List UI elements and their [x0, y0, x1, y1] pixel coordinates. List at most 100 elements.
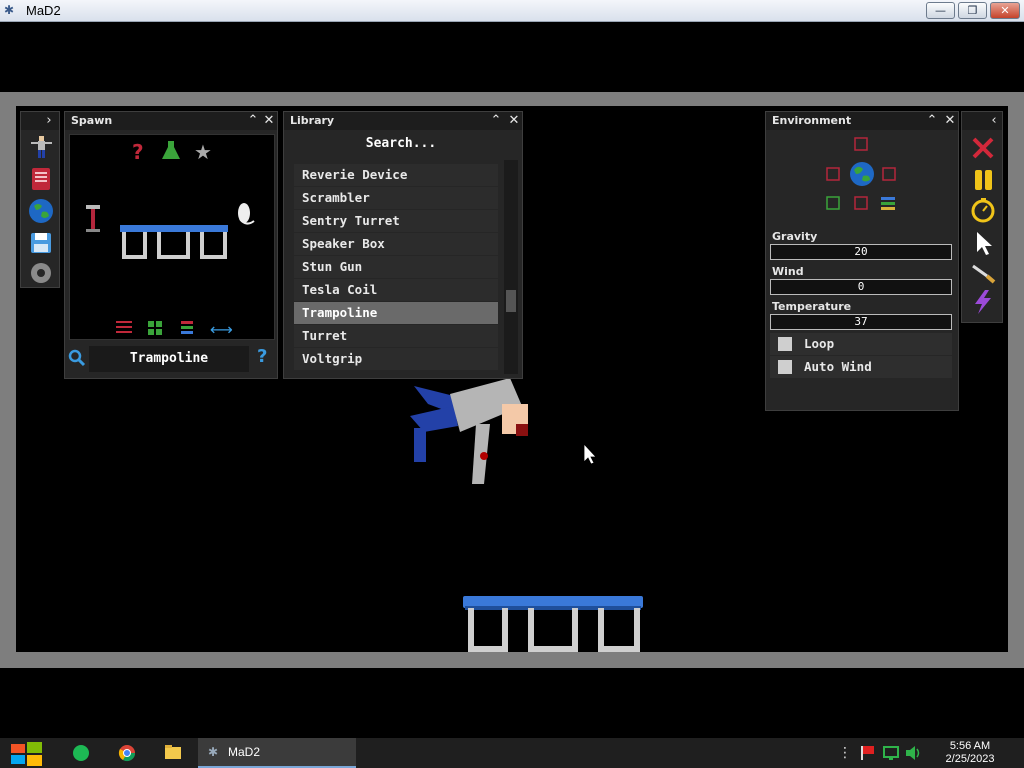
svg-text:⟷: ⟷ — [210, 320, 233, 339]
library-scroll-thumb[interactable] — [506, 289, 516, 312]
expand-toolbar-button[interactable]: › — [41, 113, 57, 129]
bound-top-icon — [854, 137, 868, 151]
star-icon: ★ — [194, 140, 212, 164]
svg-text:★: ★ — [194, 140, 212, 164]
bound-left-icon — [826, 167, 840, 181]
flask-icon — [162, 141, 180, 159]
flag-icon[interactable] — [858, 738, 876, 768]
library-panel: Library ⌃ ✕ Search... Reverie Device Scr… — [283, 111, 523, 379]
question-icon: ? — [132, 140, 144, 164]
library-item[interactable]: Turret — [294, 325, 498, 347]
bound-bottom-icon — [854, 196, 868, 210]
layers-icon — [181, 321, 193, 334]
timer-icon[interactable] — [969, 196, 997, 224]
maximize-button[interactable]: ❐ — [958, 2, 987, 19]
window-titlebar[interactable]: ✱ MaD2 — ❐ ✕ — [0, 0, 1024, 22]
gravity-label: Gravity — [772, 230, 818, 243]
environment-mode-icons — [826, 137, 896, 210]
environment-collapse-button[interactable]: ⌃ — [924, 113, 940, 129]
selected-object-name: Trampoline — [89, 346, 249, 372]
system-clock[interactable]: 5:56 AM 2/25/2023 — [932, 740, 1008, 766]
delete-icon[interactable] — [969, 134, 997, 162]
environment-panel: Environment ⌃ ✕ Gravity 20 Wind 0 Temper… — [765, 111, 959, 411]
grid-icon — [148, 321, 162, 335]
spawn-preview[interactable]: ? ★ ⟷ — [69, 134, 275, 340]
knife-icon[interactable] — [969, 258, 997, 286]
close-button[interactable]: ✕ — [990, 2, 1020, 19]
bound-mixed-icon — [826, 196, 840, 210]
help-icon[interactable]: ? — [257, 346, 267, 367]
collapse-toolbar-button[interactable]: ‹ — [986, 113, 1002, 129]
taskbar: ✱ MaD2 ⋮ 5:56 AM 2/25/2023 — [0, 738, 1024, 768]
magnifier-icon[interactable] — [68, 349, 86, 367]
ragdoll-figure[interactable] — [410, 378, 528, 484]
volume-icon[interactable] — [904, 738, 922, 768]
file-explorer-icon[interactable] — [164, 738, 182, 768]
auto-wind-checkbox[interactable]: Auto Wind — [770, 356, 952, 378]
layers-env-icon — [881, 197, 895, 200]
minimize-button[interactable]: — — [926, 2, 955, 19]
library-list: Reverie Device Scrambler Sentry Turret S… — [294, 164, 498, 371]
left-toolbar: › — [20, 111, 60, 288]
temperature-label: Temperature — [772, 300, 852, 313]
library-search-input[interactable]: Search... — [288, 132, 514, 156]
library-scrollbar[interactable] — [504, 160, 518, 374]
app-icon: ✱ — [4, 3, 15, 17]
trampoline-object[interactable] — [463, 596, 643, 652]
spawn-close-button[interactable]: ✕ — [261, 113, 277, 129]
ragdoll-icon[interactable] — [28, 134, 54, 160]
library-item[interactable]: Tesla Coil — [294, 279, 498, 301]
environment-panel-header[interactable]: Environment ⌃ ✕ — [766, 112, 958, 130]
environment-close-button[interactable]: ✕ — [942, 113, 958, 129]
library-item-selected[interactable]: Trampoline — [294, 302, 498, 324]
taskbar-app-mad2[interactable]: ✱ MaD2 — [198, 738, 356, 768]
library-panel-title: Library — [290, 114, 335, 127]
taskbar-app-label: MaD2 — [228, 745, 261, 759]
book-icon[interactable] — [28, 166, 54, 192]
sliders-icon — [116, 321, 132, 333]
loop-checkbox[interactable]: Loop — [770, 333, 952, 355]
clock-time: 5:56 AM — [949, 740, 991, 752]
library-item[interactable]: Voltgrip — [294, 348, 498, 370]
bound-right-icon — [882, 167, 896, 181]
cursor-icon[interactable] — [969, 228, 997, 256]
flip-arrows-icon: ⟷ — [210, 320, 233, 339]
overflow-menu-icon[interactable]: ⋮ — [838, 738, 852, 768]
library-item[interactable]: Stun Gun — [294, 256, 498, 278]
lamp-icon — [238, 203, 255, 225]
spawn-panel: Spawn ⌃ ✕ ? ★ ⟷ Trampoline ? — [64, 111, 278, 379]
auto-wind-checkbox-box[interactable] — [778, 360, 792, 374]
save-icon[interactable] — [28, 230, 54, 256]
network-icon[interactable] — [882, 738, 900, 768]
spotify-icon[interactable] — [72, 738, 90, 768]
svg-text:?: ? — [132, 140, 144, 164]
library-item[interactable]: Reverie Device — [294, 164, 498, 186]
trampoline-preview-icon — [120, 225, 228, 259]
spawn-panel-header[interactable]: Spawn ⌃ ✕ — [65, 112, 277, 130]
library-item[interactable]: Sentry Turret — [294, 210, 498, 232]
library-collapse-button[interactable]: ⌃ — [488, 113, 504, 129]
environment-panel-title: Environment — [772, 114, 852, 127]
pause-icon[interactable] — [969, 166, 997, 194]
loop-checkbox-box[interactable] — [778, 337, 792, 351]
library-close-button[interactable]: ✕ — [506, 113, 522, 129]
right-toolbar-header: ‹ — [962, 112, 1002, 130]
library-item[interactable]: Speaker Box — [294, 233, 498, 255]
gravity-field[interactable]: 20 — [770, 244, 952, 260]
temperature-field[interactable]: 37 — [770, 314, 952, 330]
library-item[interactable]: Scrambler — [294, 187, 498, 209]
lightning-icon[interactable] — [969, 288, 997, 316]
right-toolbar: ‹ — [961, 111, 1003, 323]
auto-wind-label: Auto Wind — [804, 359, 872, 374]
globe-icon[interactable] — [28, 198, 54, 224]
chrome-icon[interactable] — [118, 738, 136, 768]
start-button[interactable] — [10, 738, 44, 768]
library-panel-header[interactable]: Library ⌃ ✕ — [284, 112, 522, 130]
left-toolbar-header: › — [21, 112, 59, 130]
stool-icon — [86, 205, 100, 232]
wind-field[interactable]: 0 — [770, 279, 952, 295]
mouse-cursor-icon — [583, 442, 597, 465]
settings-icon[interactable] — [28, 260, 54, 286]
spawn-panel-title: Spawn — [71, 114, 113, 127]
spawn-collapse-button[interactable]: ⌃ — [245, 113, 261, 129]
